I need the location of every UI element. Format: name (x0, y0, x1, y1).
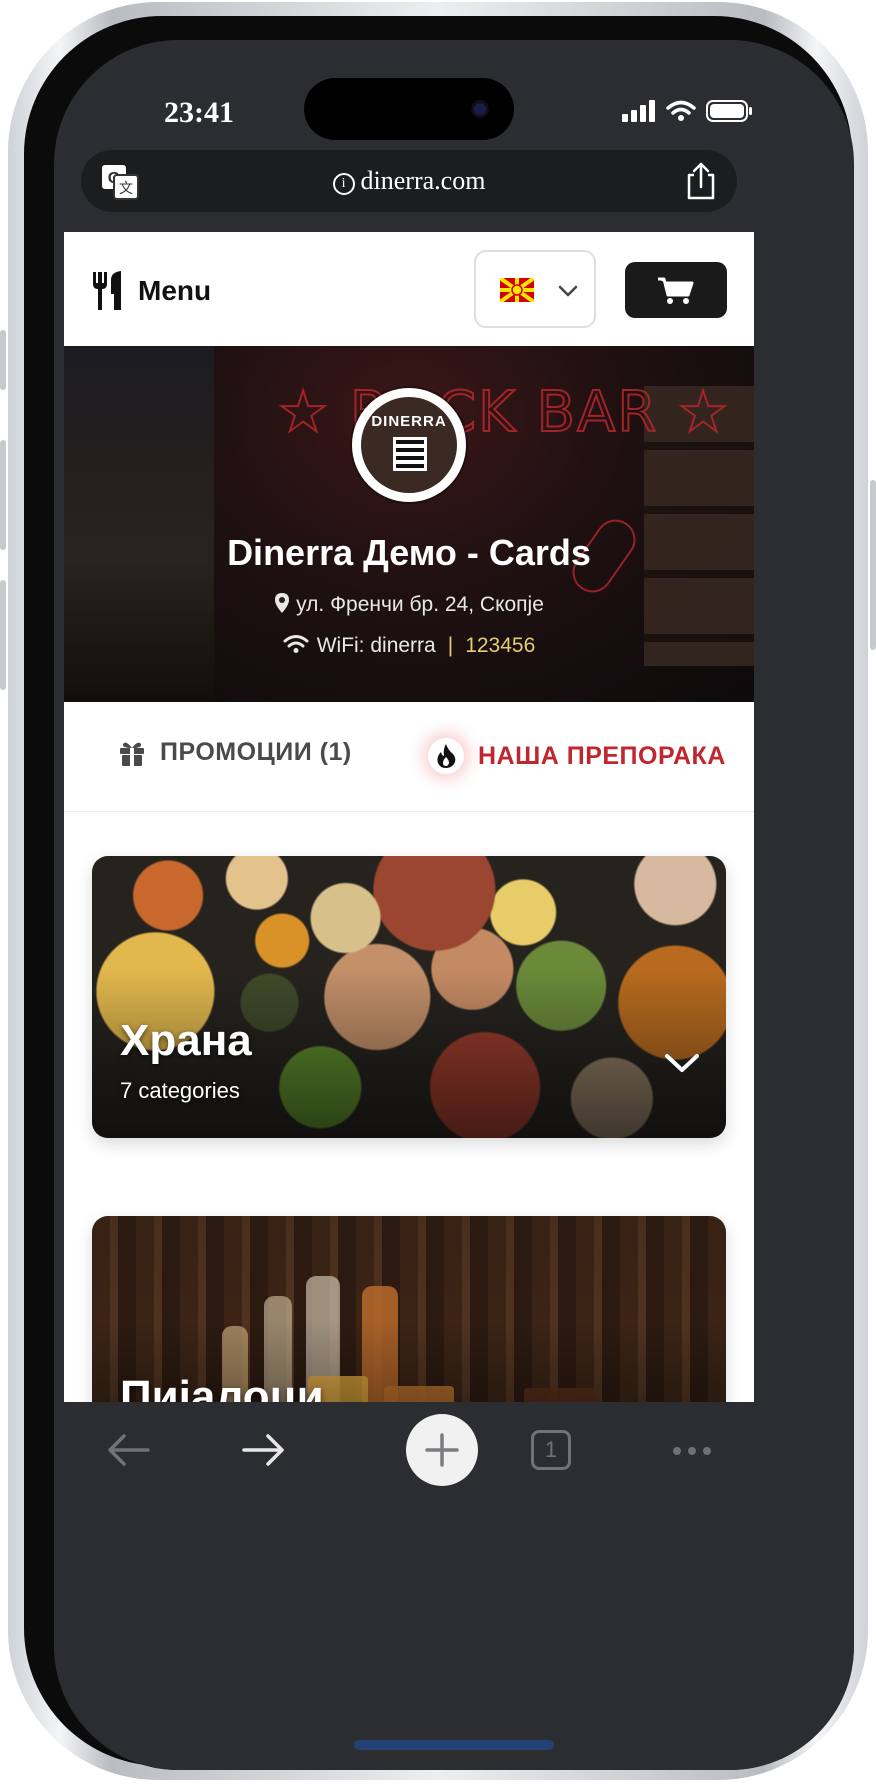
card-title: Пијалоци (120, 1372, 324, 1402)
chevron-down-icon[interactable] (664, 1052, 700, 1074)
phone-screen: 23:41 文 i dinerra.com Menu ★ ROCK BAR ★ … (54, 40, 854, 1770)
wifi-password: 123456 (465, 634, 536, 657)
fire-icon (428, 738, 464, 774)
macedonia-flag-icon (498, 276, 536, 304)
top-navigation: Menu (64, 232, 754, 346)
power-button (870, 480, 876, 650)
wifi-name: WiFi: dinerra (316, 634, 436, 657)
web-page: Menu ★ ROCK BAR ★ DINERRA Dinerra Демо -… (64, 232, 754, 1402)
qr-code-icon (393, 437, 427, 471)
wifi-signal-icon (666, 100, 696, 121)
wifi-separator: | (447, 634, 454, 657)
gift-icon (120, 742, 144, 766)
dynamic-island (304, 78, 514, 140)
volume-down-button (0, 580, 6, 690)
neon-sign: ★ ROCK BAR ★ (277, 379, 731, 446)
restaurant-logo: DINERRA (352, 388, 466, 502)
screenshot: 23:41 文 i dinerra.com Menu ★ ROCK BAR ★ … (0, 0, 876, 1784)
front-camera (471, 100, 489, 118)
card-subtitle: 7 categories (120, 1078, 240, 1103)
forward-arrow-icon[interactable] (242, 1432, 286, 1468)
battery-icon (706, 100, 752, 122)
url-display[interactable]: i dinerra.com (81, 166, 737, 196)
status-time: 23:41 (164, 96, 234, 129)
info-icon[interactable]: i (332, 173, 355, 195)
phone-frame: 23:41 文 i dinerra.com Menu ★ ROCK BAR ★ … (8, 2, 868, 1780)
tab-recommendation-label: НАША ПРЕПОРАКА (478, 741, 726, 770)
cart-button[interactable] (625, 262, 727, 318)
tabs-button[interactable]: 1 (531, 1430, 571, 1470)
browser-toolbar: 1 (54, 1402, 854, 1770)
tab-promotions[interactable]: ПРОМОЦИИ (1) (118, 738, 352, 767)
card-title: Храна (120, 1016, 252, 1065)
tab-promotions-label: ПРОМОЦИИ (1) (160, 738, 352, 766)
cart-icon (658, 277, 694, 304)
url-text: dinerra.com (360, 166, 486, 195)
share-icon[interactable] (685, 162, 717, 205)
logo-text: DINERRA (371, 413, 447, 430)
status-icons (622, 100, 754, 122)
cellular-signal-icon (622, 100, 655, 122)
hero-banner: ★ ROCK BAR ★ DINERRA Dinerra Демо - Card… (64, 346, 754, 702)
wifi-icon (283, 635, 309, 653)
chevron-down-icon (558, 285, 578, 297)
back-arrow-icon[interactable] (106, 1432, 150, 1468)
new-tab-button[interactable] (406, 1414, 478, 1486)
address-bar[interactable]: G 文 idinerra.com (81, 150, 737, 212)
category-card-food[interactable]: Храна 7 categories (92, 856, 726, 1138)
utensils-icon (93, 271, 121, 310)
map-pin-icon (275, 593, 290, 613)
restaurant-address[interactable]: ул. Френчи бр. 24, Скопје (64, 592, 754, 617)
address-text: ул. Френчи бр. 24, Скопје (296, 593, 544, 616)
logo-badge: DINERRA (361, 397, 457, 493)
mute-switch (0, 330, 6, 390)
menu-label: Menu (138, 275, 212, 306)
wifi-info: WiFi: dinerra | 123456 (64, 634, 754, 658)
category-card-drinks[interactable]: Пијалоци (92, 1216, 726, 1402)
volume-up-button (0, 440, 6, 550)
phone-bezel: 23:41 文 i dinerra.com Menu ★ ROCK BAR ★ … (24, 16, 854, 1770)
tab-recommendation[interactable]: НАША ПРЕПОРАКА (428, 738, 726, 774)
home-indicator (354, 1740, 554, 1750)
restaurant-name: Dinerra Демо - Cards (227, 532, 591, 573)
more-options-icon[interactable] (672, 1446, 712, 1456)
menu-brand[interactable]: Menu (90, 270, 211, 312)
language-select[interactable] (474, 250, 596, 328)
plus-icon (425, 1433, 459, 1467)
category-tabs: ПРОМОЦИИ (1) НАША ПРЕПОРАКА (64, 702, 754, 812)
